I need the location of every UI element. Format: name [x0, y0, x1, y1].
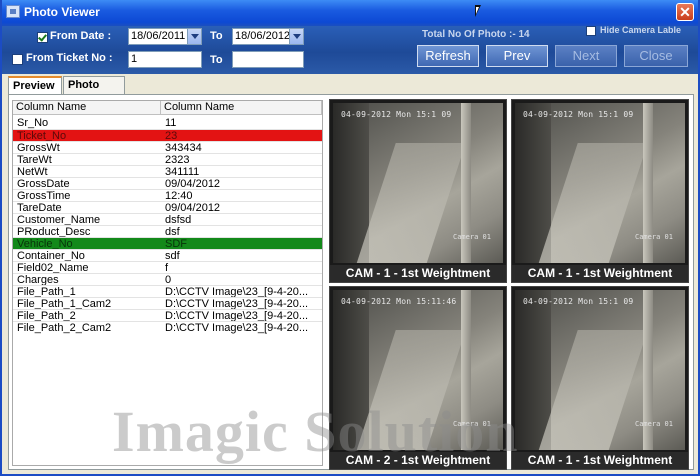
table-row[interactable]: File_Path_2_Cam2 D:\CCTV Image\23_[9-4-20… [13, 321, 322, 334]
to-date-value: 18/06/2012 [235, 30, 291, 42]
chevron-down-icon[interactable] [187, 29, 201, 44]
total-photo-count: Total No Of Photo :- 14 [422, 29, 530, 40]
from-date-checkbox[interactable] [37, 32, 48, 43]
camera-timestamp: 04-09-2012 Mon 15:1 09 [523, 297, 634, 306]
from-date-value: 18/06/2011 [131, 30, 186, 42]
camera-label: Camera 01 [453, 233, 491, 241]
row-value: 11 [165, 117, 177, 129]
camera-tile[interactable]: 04-09-2012 Mon 15:1 09 Camera 01 CAM - 1 -… [511, 99, 689, 283]
title-bar[interactable]: Photo Viewer ✕ [2, 0, 698, 26]
camera-image: 04-09-2012 Mon 15:1 09 Camera 01 [333, 103, 503, 263]
prev-button[interactable]: Prev [486, 45, 548, 67]
window-title: Photo Viewer [24, 5, 100, 19]
to-date-picker[interactable]: 18/06/2012 [232, 28, 304, 45]
filter-bar: From Date : 18/06/2011 To 18/06/2012 Fro… [2, 25, 698, 74]
app-icon [6, 5, 20, 18]
camera-label: Camera 01 [635, 233, 673, 241]
camera-image: 04-09-2012 Mon 15:1 09 Camera 01 [515, 290, 685, 450]
mouse-cursor-icon [475, 5, 481, 17]
from-ticket-label: From Ticket No : [26, 52, 113, 64]
grid-column-header: Column Name [13, 101, 161, 115]
hide-camera-label-text: Hide Camera Lable [600, 25, 682, 35]
next-button[interactable]: Next [555, 45, 617, 67]
from-ticket-input[interactable]: 1 [128, 51, 202, 68]
row-value: D:\CCTV Image\23_[9-4-20... [165, 322, 309, 334]
from-date-picker[interactable]: 18/06/2011 [128, 28, 202, 45]
tab-preview[interactable]: Preview [8, 76, 62, 95]
from-date-label: From Date : [50, 30, 112, 42]
close-button[interactable]: Close [624, 45, 688, 67]
refresh-button[interactable]: Refresh [417, 45, 479, 67]
watermark: Imagic Solution [112, 399, 519, 464]
camera-caption: CAM - 1 - 1st Weightment [330, 265, 506, 282]
hide-camera-label-checkbox[interactable] [586, 26, 596, 36]
camera-image: 04-09-2012 Mon 15:1 09 Camera 01 [515, 103, 685, 263]
to-date-label: To [210, 30, 223, 42]
grid-column-header: Column Name [161, 101, 322, 115]
camera-caption: CAM - 1 - 1st Weightment [512, 265, 688, 282]
table-row[interactable]: Sr_No 11 [13, 117, 322, 129]
row-key: Sr_No [17, 117, 49, 129]
camera-tile[interactable]: 04-09-2012 Mon 15:1 09 Camera 01 CAM - 1 -… [511, 286, 689, 470]
to-ticket-input[interactable] [232, 51, 304, 68]
chevron-down-icon[interactable] [289, 29, 303, 44]
camera-caption: CAM - 1 - 1st Weightment [512, 452, 688, 469]
row-key: File_Path_2_Cam2 [17, 322, 112, 334]
camera-tile[interactable]: 04-09-2012 Mon 15:1 09 Camera 01 CAM - 1 -… [329, 99, 507, 283]
camera-timestamp: 04-09-2012 Mon 15:1 09 [341, 110, 452, 119]
camera-timestamp: 04-09-2012 Mon 15:1 09 [523, 110, 634, 119]
grid-header: Column Name Column Name [13, 101, 322, 115]
photo-viewer-window: Photo Viewer ✕ From Date : 18/06/2011 To… [0, 0, 700, 476]
to-ticket-label: To [210, 54, 223, 66]
window-close-button[interactable]: ✕ [676, 3, 694, 21]
tab-photo-list[interactable]: Photo List [63, 76, 125, 107]
from-ticket-checkbox[interactable] [12, 54, 23, 65]
camera-timestamp: 04-09-2012 Mon 15:11:46 [341, 297, 457, 306]
camera-label: Camera 01 [635, 420, 673, 428]
